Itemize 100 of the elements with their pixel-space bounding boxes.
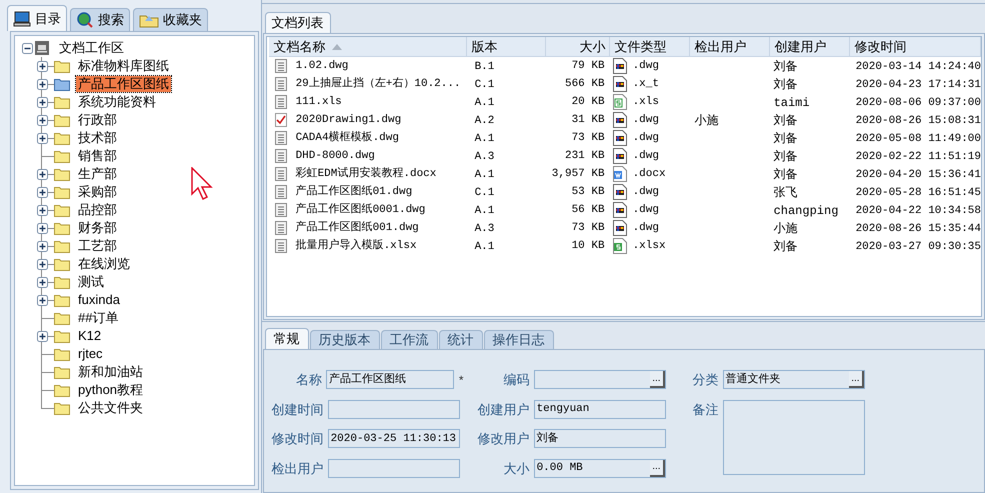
tree-item[interactable]: fuxinda: [76, 292, 122, 308]
cad-file-icon: [612, 130, 627, 146]
tree-item[interactable]: 技术部: [76, 130, 119, 146]
expand-icon[interactable]: [36, 186, 48, 198]
folder-icon: [54, 59, 70, 73]
table-cell: A.1: [474, 97, 494, 110]
column-header[interactable]: 修改时间: [850, 37, 981, 56]
column-header[interactable]: 文件类型: [610, 37, 690, 56]
expand-icon[interactable]: [36, 78, 48, 90]
table-cell-text: .dwg: [632, 112, 659, 128]
table-cell-text: 79 KB: [572, 58, 605, 74]
tree-item[interactable]: python教程: [76, 382, 146, 398]
expand-icon[interactable]: [36, 60, 48, 72]
folder-icon: [54, 383, 70, 397]
expand-icon[interactable]: [36, 258, 48, 270]
table-cell-text: 56 KB: [572, 202, 605, 218]
expand-icon[interactable]: [36, 204, 48, 216]
browse-button[interactable]: ...: [650, 371, 665, 388]
sidebar-tab[interactable]: 搜索: [70, 8, 130, 31]
table-cell-text: 3,957 KB: [552, 166, 605, 182]
expand-icon[interactable]: [36, 294, 48, 306]
tree-item[interactable]: ##订单: [76, 310, 120, 326]
table-cell-text: .dwg: [632, 202, 659, 218]
input-field[interactable]: [328, 458, 460, 478]
tree-item[interactable]: 工艺部: [76, 238, 119, 254]
collapse-icon[interactable]: [22, 42, 33, 54]
sidebar-tab[interactable]: 收藏夹: [133, 8, 208, 31]
input-field[interactable]: 0.00 MB ...: [534, 458, 666, 478]
input-field[interactable]: tengyuan: [534, 400, 666, 419]
word-document-icon: [612, 166, 627, 182]
tree-item[interactable]: 销售部: [76, 148, 119, 164]
input-field[interactable]: 普通文件夹 ...: [722, 370, 865, 390]
expand-icon[interactable]: [36, 96, 48, 108]
table-cell: 刘备: [774, 60, 798, 74]
folder-icon: [54, 131, 70, 145]
tree-item[interactable]: K12: [76, 328, 104, 344]
detail-tab[interactable]: 常规: [264, 328, 309, 349]
tree-item[interactable]: 系统功能资料: [76, 94, 158, 110]
expand-icon[interactable]: [36, 276, 48, 288]
input-field[interactable]: 产品工作区图纸: [326, 370, 454, 390]
tree-item[interactable]: 品控部: [76, 202, 119, 218]
tree-item[interactable]: rjtec: [76, 346, 105, 362]
tree-item[interactable]: 标准物料库图纸: [76, 58, 171, 74]
table-cell: 2020-04-22 10:34:58: [856, 205, 981, 218]
tree-item[interactable]: 产品工作区图纸: [76, 76, 171, 92]
list-tab[interactable]: 文档列表: [264, 12, 331, 33]
expand-icon[interactable]: [36, 132, 48, 144]
table-cell: 小施: [774, 222, 798, 236]
table-cell: changping: [774, 204, 838, 218]
notes-field[interactable]: [722, 400, 865, 474]
tree-item[interactable]: 财务部: [76, 220, 119, 236]
tree-item[interactable]: 在线浏览: [76, 256, 132, 272]
field-label: 检出用户: [270, 460, 324, 478]
tree-item[interactable]: 行政部: [76, 112, 119, 128]
input-field[interactable]: ...: [534, 370, 666, 390]
table-cell: A.3: [474, 151, 494, 164]
table-cell-text: 111.xls: [296, 94, 342, 110]
table-cell: A.1: [474, 133, 494, 146]
expand-icon[interactable]: [36, 168, 48, 180]
tree-item[interactable]: 测试: [76, 274, 106, 290]
detail-tab[interactable]: 统计: [438, 330, 483, 349]
tree-item[interactable]: 公共文件夹: [76, 400, 145, 416]
folder-icon: [54, 149, 70, 163]
table-cell-text: 2020Drawing1.dwg: [296, 112, 402, 128]
table-cell-text: 73 KB: [572, 220, 605, 236]
table-cell-text: .dwg: [632, 130, 659, 146]
table-cell-text: 彩虹EDM试用安装教程.docx: [296, 166, 436, 182]
expand-icon[interactable]: [36, 222, 48, 234]
table-cell-text: .x_t: [632, 76, 659, 92]
table-cell: 刘备: [774, 132, 798, 146]
field-label: 编码: [502, 371, 530, 389]
detail-tab[interactable]: 工作流: [380, 330, 438, 349]
table-cell-text: DHD-8000.dwg: [296, 148, 375, 164]
column-header[interactable]: 文档名称: [268, 37, 467, 56]
tree-item[interactable]: 生产部: [76, 166, 119, 182]
expand-icon[interactable]: [36, 330, 48, 342]
detail-tab[interactable]: 操作日志: [484, 330, 554, 349]
browse-button[interactable]: ...: [650, 460, 665, 477]
tree-item[interactable]: 采购部: [76, 184, 119, 200]
input-field[interactable]: [328, 400, 460, 419]
column-header[interactable]: 创建用户: [770, 37, 850, 56]
browse-button[interactable]: ...: [849, 371, 864, 388]
input-field[interactable]: 2020-03-25 11:30:13: [328, 429, 460, 448]
spreadsheet-icon: [612, 238, 627, 254]
cad-file-icon: [612, 112, 627, 128]
tree-item[interactable]: 新和加油站: [76, 364, 145, 380]
input-field[interactable]: 刘备: [534, 429, 666, 448]
column-header[interactable]: 大小: [546, 37, 610, 56]
column-header[interactable]: 版本: [466, 37, 546, 56]
column-header[interactable]: 检出用户: [690, 37, 770, 56]
detail-tab[interactable]: 历史版本: [310, 330, 380, 349]
tree-item[interactable]: 文档工作区: [58, 38, 125, 58]
expand-icon[interactable]: [36, 114, 48, 126]
cad-file-icon: [612, 220, 627, 236]
expand-icon[interactable]: [36, 240, 48, 252]
sidebar-tab[interactable]: 目录: [7, 5, 67, 31]
table-cell-text: 批量用户导入模版.xlsx: [296, 238, 417, 254]
folder-icon: [54, 95, 70, 109]
table-cell-text: CADA4横框模板.dwg: [296, 130, 399, 146]
mouse-cursor-icon: [191, 167, 213, 201]
